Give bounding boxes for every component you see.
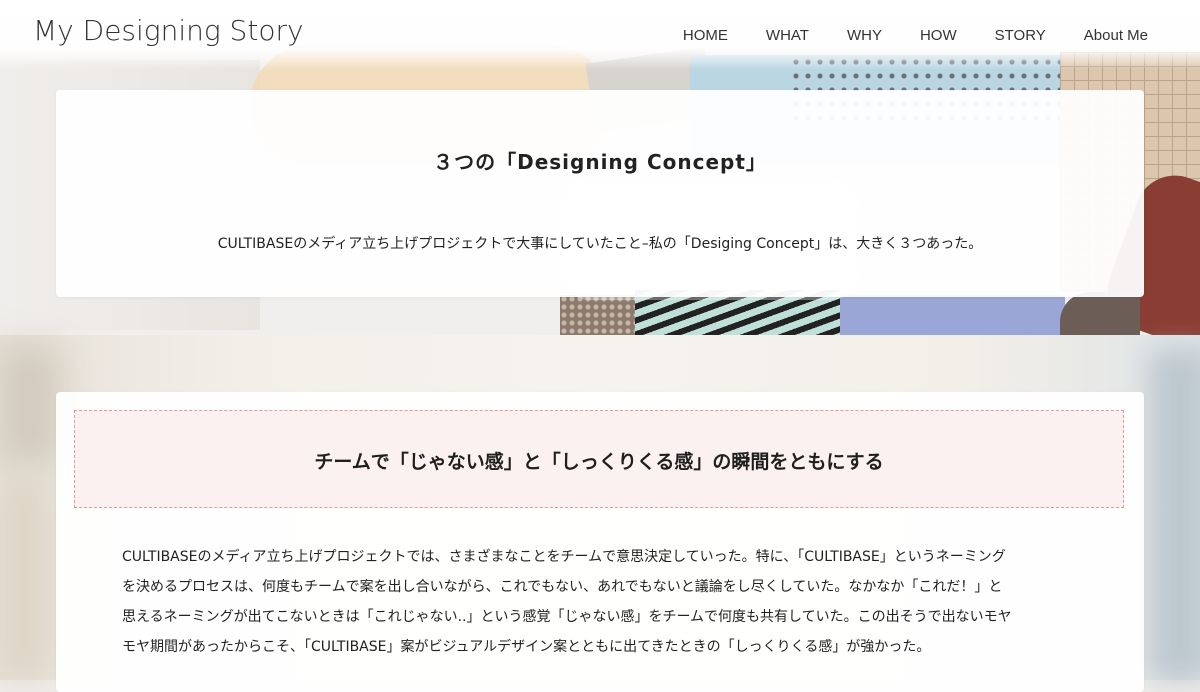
main-nav: HOME WHAT WHY HOW STORY About Me <box>645 27 1148 44</box>
nav-item-story[interactable]: STORY <box>995 27 1046 44</box>
nav-item-why[interactable]: WHY <box>847 27 882 44</box>
concept-intro-card: ３つの「Designing Concept」 CULTIBASEのメディア立ち上… <box>56 90 1144 297</box>
section-background-shape <box>0 480 50 680</box>
collage-shape <box>1060 292 1140 335</box>
collage-shape <box>840 295 1065 335</box>
section-heading: チームで「じゃない感」と「しっくりくる感」の瞬間をともにする <box>314 451 884 473</box>
concept-section-card: チームで「じゃない感」と「しっくりくる感」の瞬間をともにする CULTIBASE… <box>56 392 1144 692</box>
body-line: を決めるプロセスは、何度もチームで案を出し合いながら、これでもない、あれでもない… <box>122 579 1003 595</box>
body-line: CULTIBASEのメディア立ち上げプロジェクトでは、さまざまなことをチームで意… <box>122 549 1006 565</box>
nav-item-how[interactable]: HOW <box>920 27 957 44</box>
section-heading-box: チームで「じゃない感」と「しっくりくる感」の瞬間をともにする <box>74 410 1124 508</box>
nav-item-about-me[interactable]: About Me <box>1084 27 1148 44</box>
nav-item-what[interactable]: WHAT <box>766 27 809 44</box>
section-background-shape <box>0 345 60 465</box>
section-body: CULTIBASEのメディア立ち上げプロジェクトでは、さまざまなことをチームで意… <box>122 542 1087 662</box>
nav-item-home[interactable]: HOME <box>683 27 728 44</box>
intro-text: CULTIBASEのメディア立ち上げプロジェクトで大事にしていたこと–私の「De… <box>217 236 983 252</box>
section-background-shape <box>1150 350 1200 680</box>
page-title: ３つの「Designing Concept」 <box>433 150 767 174</box>
site-title-link[interactable]: My Designing Story <box>33 14 304 47</box>
body-line: モヤ期間があったからこそ、「CULTIBASE」案がビジュアルデザイン案とともに… <box>122 639 931 655</box>
site-header: My Designing Story HOME WHAT WHY HOW STO… <box>0 0 1200 70</box>
body-line: 思えるネーミングが出てこないときは「これじゃない..」という感覚「じゃない感」を… <box>122 609 1012 625</box>
collage-shape <box>560 295 640 335</box>
